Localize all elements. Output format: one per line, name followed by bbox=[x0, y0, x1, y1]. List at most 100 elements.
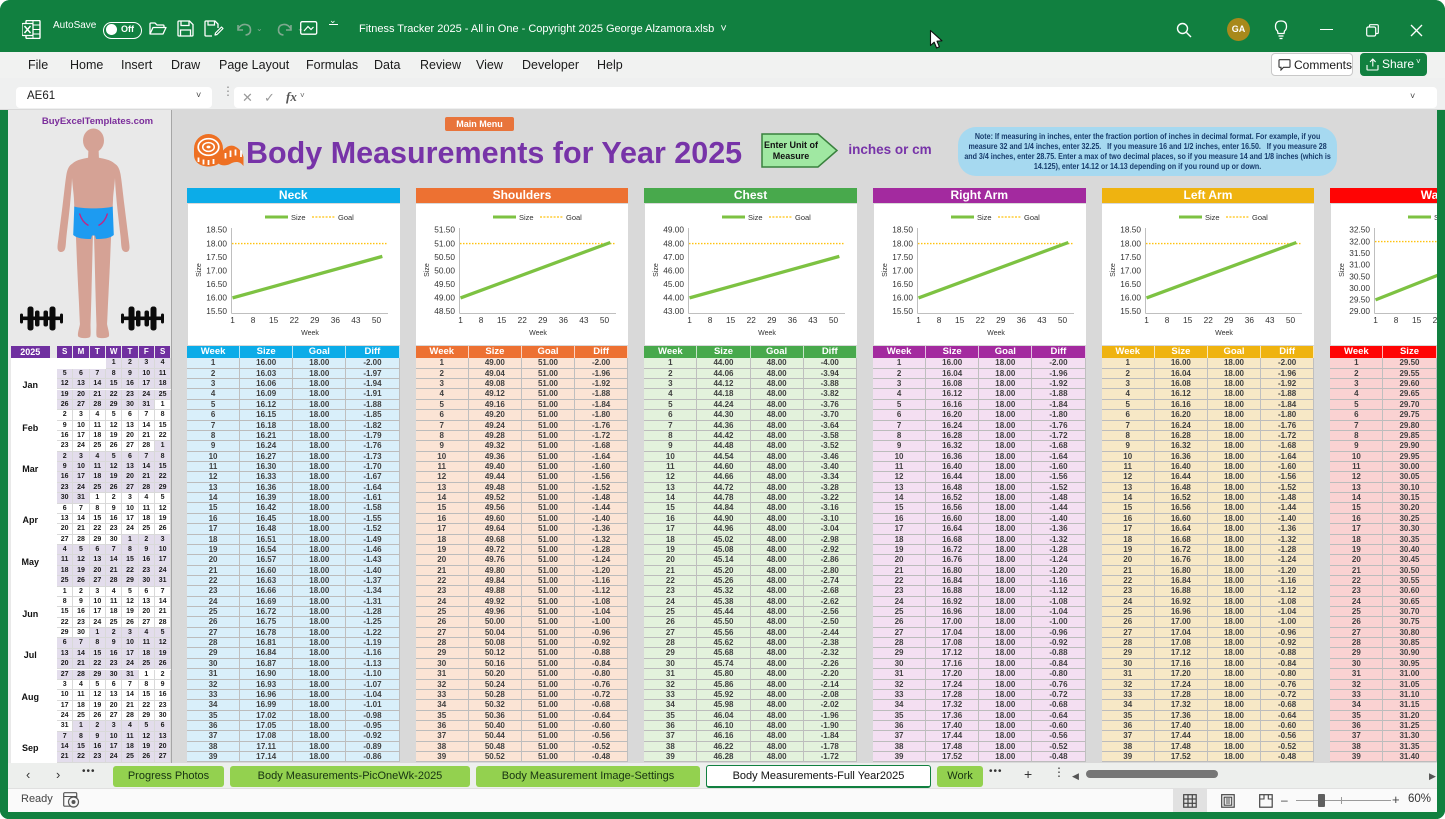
svg-text:Enter Unit of: Enter Unit of bbox=[764, 140, 819, 150]
svg-text:43: 43 bbox=[579, 315, 589, 325]
svg-text:29: 29 bbox=[310, 315, 320, 325]
svg-text:50: 50 bbox=[1286, 315, 1296, 325]
svg-text:50: 50 bbox=[371, 315, 381, 325]
svg-text:50: 50 bbox=[600, 315, 610, 325]
svg-text:22: 22 bbox=[746, 315, 756, 325]
svg-text:30.00: 30.00 bbox=[1349, 282, 1370, 292]
svg-text:51.50: 51.50 bbox=[434, 224, 455, 234]
svg-text:29.00: 29.00 bbox=[1349, 306, 1370, 316]
svg-text:1: 1 bbox=[230, 315, 235, 325]
svg-text:15.50: 15.50 bbox=[206, 306, 227, 316]
svg-text:Size: Size bbox=[977, 213, 992, 222]
svg-text:Size: Size bbox=[882, 263, 889, 277]
svg-text:48.00: 48.00 bbox=[663, 238, 684, 248]
svg-text:8: 8 bbox=[1394, 315, 1399, 325]
svg-text:Size: Size bbox=[519, 213, 534, 222]
svg-text:29: 29 bbox=[996, 315, 1006, 325]
svg-text:8: 8 bbox=[708, 315, 713, 325]
svg-text:43: 43 bbox=[351, 315, 361, 325]
svg-text:48.50: 48.50 bbox=[434, 306, 455, 316]
svg-text:Goal: Goal bbox=[566, 213, 582, 222]
svg-text:15: 15 bbox=[269, 315, 279, 325]
svg-text:31.00: 31.00 bbox=[1349, 259, 1370, 269]
svg-text:49.50: 49.50 bbox=[434, 279, 455, 289]
svg-text:36: 36 bbox=[330, 315, 340, 325]
svg-text:1: 1 bbox=[687, 315, 692, 325]
svg-text:43.00: 43.00 bbox=[663, 306, 684, 316]
svg-text:Week: Week bbox=[758, 330, 776, 337]
svg-text:15: 15 bbox=[1412, 315, 1422, 325]
svg-text:50: 50 bbox=[829, 315, 839, 325]
svg-text:Week: Week bbox=[529, 330, 547, 337]
svg-text:18.00: 18.00 bbox=[206, 238, 227, 248]
svg-text:16.00: 16.00 bbox=[1120, 292, 1141, 302]
svg-text:Size: Size bbox=[748, 213, 763, 222]
svg-text:15.50: 15.50 bbox=[1120, 306, 1141, 316]
svg-text:36: 36 bbox=[1245, 315, 1255, 325]
svg-text:Size: Size bbox=[424, 263, 431, 277]
svg-text:36: 36 bbox=[788, 315, 798, 325]
svg-text:1: 1 bbox=[458, 315, 463, 325]
svg-text:29: 29 bbox=[767, 315, 777, 325]
svg-text:Week: Week bbox=[301, 330, 319, 337]
svg-text:50.00: 50.00 bbox=[434, 265, 455, 275]
svg-text:1: 1 bbox=[1144, 315, 1149, 325]
svg-text:36: 36 bbox=[1016, 315, 1026, 325]
svg-text:16.50: 16.50 bbox=[892, 279, 913, 289]
svg-text:18.50: 18.50 bbox=[892, 224, 913, 234]
svg-text:43: 43 bbox=[1265, 315, 1275, 325]
svg-text:Size: Size bbox=[291, 213, 306, 222]
svg-text:18.50: 18.50 bbox=[1120, 224, 1141, 234]
svg-text:49.00: 49.00 bbox=[434, 292, 455, 302]
svg-text:22: 22 bbox=[975, 315, 985, 325]
svg-text:32.00: 32.00 bbox=[1349, 236, 1370, 246]
svg-text:44.00: 44.00 bbox=[663, 292, 684, 302]
svg-text:50.50: 50.50 bbox=[434, 251, 455, 261]
svg-text:49.00: 49.00 bbox=[663, 224, 684, 234]
svg-text:Size: Size bbox=[1110, 263, 1117, 277]
svg-text:31.50: 31.50 bbox=[1349, 248, 1370, 258]
svg-text:1: 1 bbox=[1373, 315, 1378, 325]
svg-text:15: 15 bbox=[1183, 315, 1193, 325]
svg-text:30.50: 30.50 bbox=[1349, 271, 1370, 281]
svg-text:16.00: 16.00 bbox=[892, 292, 913, 302]
svg-text:43: 43 bbox=[808, 315, 818, 325]
svg-text:8: 8 bbox=[1165, 315, 1170, 325]
svg-text:18.00: 18.00 bbox=[1120, 238, 1141, 248]
svg-text:17.00: 17.00 bbox=[1120, 265, 1141, 275]
svg-text:8: 8 bbox=[479, 315, 484, 325]
svg-text:50: 50 bbox=[1057, 315, 1067, 325]
svg-text:18.50: 18.50 bbox=[206, 224, 227, 234]
svg-text:29: 29 bbox=[1224, 315, 1234, 325]
svg-text:Goal: Goal bbox=[338, 213, 354, 222]
svg-text:8: 8 bbox=[936, 315, 941, 325]
svg-text:16.50: 16.50 bbox=[206, 279, 227, 289]
svg-text:32.50: 32.50 bbox=[1349, 224, 1370, 234]
svg-text:43: 43 bbox=[1037, 315, 1047, 325]
svg-text:15: 15 bbox=[497, 315, 507, 325]
svg-text:Goal: Goal bbox=[1252, 213, 1268, 222]
svg-text:15.50: 15.50 bbox=[892, 306, 913, 316]
svg-text:Week: Week bbox=[1215, 330, 1233, 337]
svg-text:Goal: Goal bbox=[1024, 213, 1040, 222]
svg-text:Week: Week bbox=[987, 330, 1005, 337]
svg-text:16.50: 16.50 bbox=[1120, 279, 1141, 289]
svg-text:22: 22 bbox=[289, 315, 299, 325]
svg-text:47.00: 47.00 bbox=[663, 251, 684, 261]
svg-text:36: 36 bbox=[559, 315, 569, 325]
svg-text:22: 22 bbox=[518, 315, 528, 325]
svg-text:Size: Size bbox=[653, 263, 660, 277]
svg-text:15: 15 bbox=[955, 315, 965, 325]
svg-text:Goal: Goal bbox=[795, 213, 811, 222]
svg-text:17.00: 17.00 bbox=[892, 265, 913, 275]
svg-text:17.50: 17.50 bbox=[892, 251, 913, 261]
svg-text:51.00: 51.00 bbox=[434, 238, 455, 248]
svg-text:8: 8 bbox=[250, 315, 255, 325]
svg-text:Size: Size bbox=[196, 263, 203, 277]
svg-text:17.00: 17.00 bbox=[206, 265, 227, 275]
svg-text:45.00: 45.00 bbox=[663, 279, 684, 289]
svg-text:16.00: 16.00 bbox=[206, 292, 227, 302]
svg-text:Measure: Measure bbox=[773, 151, 810, 161]
svg-text:18.00: 18.00 bbox=[892, 238, 913, 248]
svg-text:Size: Size bbox=[1339, 263, 1346, 277]
